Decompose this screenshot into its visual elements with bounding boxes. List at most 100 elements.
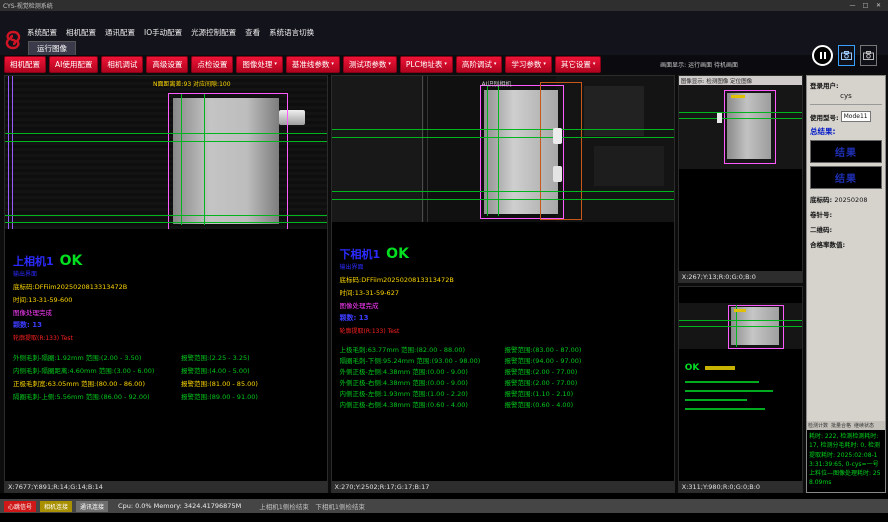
count-line: 颗数: 13 (13, 320, 327, 330)
barcode-field: 底标码: 20250208 (810, 194, 882, 204)
toolbar-baseline-params-button[interactable]: 基准线参数▾ (286, 56, 340, 73)
overlay-text-marker (705, 366, 735, 370)
chevron-down-icon: ▾ (543, 62, 546, 67)
output-sub-label: 输出界面 (13, 269, 327, 278)
reflection-highlight (553, 166, 562, 182)
title-bar: CYS-视觉检测系统 — □ ✕ (0, 0, 888, 11)
measure-line (5, 222, 327, 223)
overlay-measurement-label: N面距离差:93 对应间隙:100 (153, 79, 231, 88)
main-area: N面距离差:93 对应间隙:100 上相机1 OK 输出界面 底标码:DFFii… (0, 73, 888, 493)
output-sub-label: 输出界面 (340, 262, 674, 271)
toolbar-ai-config-button[interactable]: AI使用配置 (49, 56, 98, 73)
app-logo-icon (3, 30, 23, 50)
thumbnail-image-top[interactable] (679, 85, 802, 169)
login-user-label: 登录用户: (810, 80, 882, 90)
thumbnail-column: 图像显示: 检测图像 定位图像 X:267;Y:13;R:0;G:0;B:0 (678, 75, 803, 493)
thumbnail-image-bottom[interactable] (679, 303, 802, 349)
menu-item-comm-config[interactable]: 通讯配置 (105, 27, 135, 38)
chevron-down-icon: ▾ (494, 62, 497, 67)
machinery-edge (427, 76, 428, 222)
toolbar-other-settings-button[interactable]: 其它设置▾ (555, 56, 602, 73)
info-sidebar: 登录用户: cys 使用型号: Mode11 总结果: 结果 结果 底标码: 2… (806, 75, 886, 493)
overlay-text-marker (734, 309, 746, 312)
model-label: 使用型号: (810, 112, 839, 122)
chevron-down-icon: ▾ (388, 62, 391, 67)
close-icon[interactable]: ✕ (872, 1, 885, 10)
timing-log: 耗时: 222, 检测检测耗时: 17, 检测分毛耗时: 0, 检测提取耗时: … (807, 430, 885, 492)
toolbar-plc-address-button[interactable]: PLC地址表▾ (400, 56, 453, 73)
roi-rectangle (168, 93, 288, 229)
camera-name: 下相机1 (340, 246, 381, 262)
measure-line (332, 191, 674, 192)
display-mode-label: 画面显示: 运行画面 待机画面 (660, 60, 738, 69)
debug-line: 轮廓提取(R:133) Test (13, 333, 327, 342)
measurement-row: 隔圈毛刺-下侧:95.24mm 范围:(93.00 - 98.00)报警范围:(… (340, 356, 674, 367)
menu-item-view[interactable]: 查看 (245, 27, 260, 38)
menu-item-camera-config[interactable]: 相机配置 (66, 27, 96, 38)
log-text-marker (685, 390, 773, 392)
thumbnail-result: OK (679, 349, 802, 374)
log-tab-pass[interactable]: 批量合格 (831, 422, 851, 429)
result-status: OK (60, 253, 83, 269)
tab-row: 运行图像 (0, 41, 888, 55)
pause-button[interactable] (812, 45, 833, 66)
measure-line (679, 118, 802, 119)
toolbar-advanced-settings-button[interactable]: 高级设置 (146, 56, 188, 73)
reflection-highlight (553, 128, 562, 144)
window-title: CYS-视觉检测系统 (3, 1, 846, 10)
measure-line (332, 199, 674, 200)
result-status: OK (685, 363, 700, 373)
thumbnail-panel-bottom: OK X:311;Y:980;R:0;G:0;B:0 (678, 286, 803, 493)
pause-icon (820, 52, 822, 59)
violet-edge-line (8, 76, 9, 229)
menu-item-language[interactable]: 系统语言切换 (269, 27, 314, 38)
toolbar-image-process-button[interactable]: 图像处理▾ (236, 56, 283, 73)
comm-connection-badge: 通讯连接 (76, 501, 108, 512)
status-bar: 心跳信号 相机连接 通讯连接 Cpu: 0.0% Memory: 3424.41… (0, 499, 888, 513)
pixel-coordinate-bar: X:270;Y:2502;R:17;G:17;B:17 (332, 481, 674, 492)
toolbar-learning-params-button[interactable]: 学习参数▾ (505, 56, 552, 73)
measure-line-vertical (498, 86, 499, 216)
model-value-box: Mode11 (841, 111, 871, 122)
log-text-marker (685, 408, 765, 410)
result-status: OK (386, 246, 409, 262)
toolbar-advanced-debug-button[interactable]: 高阶调试▾ (456, 56, 503, 73)
menu-item-system-config[interactable]: 系统配置 (27, 27, 57, 38)
barcode-line: 底标码:DFFiim2025020813313472B (340, 274, 674, 284)
machinery-shape (332, 76, 424, 222)
measurement-row: 上极毛刺:63.77mm 范围:(82.00 - 88.00)报警范围:(83.… (340, 345, 674, 356)
maximize-icon[interactable]: □ (859, 1, 872, 10)
camera-image-top[interactable]: N面距离差:93 对应间隙:100 (5, 76, 327, 229)
toolbar-camera-config-button[interactable]: 相机配置 (4, 56, 46, 73)
minimize-icon[interactable]: — (846, 1, 859, 10)
pixel-coordinate-bar: X:267;Y:13;R:0;G:0;B:0 (679, 271, 802, 282)
camera-snapshot-button-1[interactable] (838, 45, 855, 66)
toolbar-spotcheck-button[interactable]: 点检设置 (191, 56, 233, 73)
measure-line (679, 326, 802, 327)
measure-line (5, 133, 327, 134)
menu-item-io-config[interactable]: IO手动配置 (144, 27, 182, 38)
measurement-row: 内侧正极-右侧:4.38mm 范围:(0.60 - 4.00)报警范围:(0.6… (340, 400, 674, 411)
pass-rate-field: 合格率数值: (810, 239, 882, 249)
heartbeat-status-badge: 心跳信号 (4, 501, 36, 512)
pixel-coordinate-bar: X:311;Y:980;R:0;G:0;B:0 (679, 481, 802, 492)
measurement-row-warning: 正极毛刺宽:63.05mm 范围:(80.00 - 86.00)报警范围:(81… (13, 378, 327, 391)
measurement-row: 内侧正极-左侧:1.93mm 范围:(1.00 - 2.20)报警范围:(1.1… (340, 389, 674, 400)
menu-item-light-config[interactable]: 光源控制配置 (191, 27, 236, 38)
log-tab-state[interactable]: 继续状态 (854, 422, 874, 429)
qr-code-field: 二维码: (810, 224, 882, 234)
toolbar-test-params-button[interactable]: 测试项参数▾ (343, 56, 397, 73)
result-indicator-box-2: 结果 (810, 166, 882, 189)
log-tab-count[interactable]: 检测计数 (808, 422, 828, 429)
measure-line-vertical (487, 86, 488, 216)
tab-run-image[interactable]: 运行图像 (28, 41, 76, 55)
measurement-row: 外侧正极-左侧:4.38mm 范围:(0.00 - 9.00)报警范围:(2.0… (340, 367, 674, 378)
measure-line (332, 129, 674, 130)
camera-image-bottom[interactable]: AI识别相机 (332, 76, 674, 222)
camera-connection-badge: 相机连接 (40, 501, 72, 512)
top-right-controls (812, 45, 877, 66)
process-status-line: 图像处理完成 (13, 307, 327, 317)
measurement-list: 外侧毛刺-隔圈:1.92mm 范围:(2.00 - 3.50)报警范围:(2.2… (13, 352, 327, 404)
camera-snapshot-button-2[interactable] (860, 45, 877, 66)
toolbar-camera-debug-button[interactable]: 相机调试 (101, 56, 143, 73)
